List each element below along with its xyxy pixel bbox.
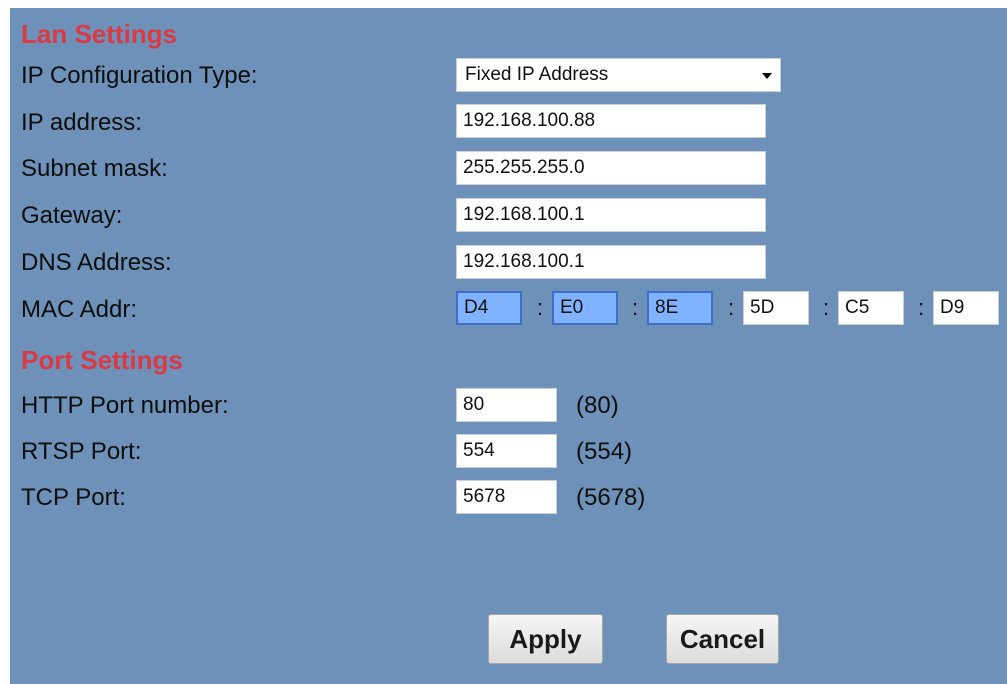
mac-octet-6-input[interactable] (933, 291, 999, 325)
cancel-button[interactable]: Cancel (666, 614, 779, 664)
gateway-label: Gateway: (21, 202, 123, 229)
mac-separator: : (537, 295, 544, 320)
http-port-input[interactable] (456, 388, 557, 422)
mac-separator: : (823, 295, 830, 320)
tcp-port-default: (5678) (576, 484, 646, 511)
rtsp-port-default: (554) (576, 438, 633, 465)
ip-config-type-value: Fixed IP Address (465, 64, 609, 85)
mac-octet-5-input[interactable] (838, 291, 904, 325)
mac-separator: : (728, 295, 735, 320)
apply-button[interactable]: Apply (488, 614, 603, 664)
ip-config-type-label: IP Configuration Type: (21, 62, 258, 89)
http-port-label: HTTP Port number: (21, 392, 229, 419)
mac-separator: : (632, 295, 639, 320)
rtsp-port-label: RTSP Port: (21, 438, 142, 465)
tcp-port-input[interactable] (456, 480, 557, 514)
subnet-mask-input[interactable] (456, 151, 766, 185)
mac-separator: : (918, 295, 925, 320)
mac-octet-1-input[interactable] (456, 291, 522, 325)
ip-config-type-select[interactable]: Fixed IP Address (456, 58, 781, 92)
tcp-port-label: TCP Port: (21, 484, 126, 511)
lan-settings-title: Lan Settings (21, 19, 178, 49)
http-port-default: (80) (576, 392, 619, 419)
ip-address-input[interactable] (456, 104, 766, 138)
mac-addr-label: MAC Addr: (21, 296, 138, 323)
gateway-input[interactable] (456, 198, 766, 232)
settings-panel: Lan Settings IP Configuration Type: Fixe… (10, 8, 1007, 684)
chevron-down-icon (762, 73, 772, 79)
mac-octet-3-input[interactable] (647, 291, 713, 325)
dns-address-input[interactable] (456, 245, 766, 279)
dns-address-label: DNS Address: (21, 249, 172, 276)
mac-octet-2-input[interactable] (552, 291, 618, 325)
port-settings-title: Port Settings (21, 345, 183, 375)
mac-octet-4-input[interactable] (743, 291, 809, 325)
rtsp-port-input[interactable] (456, 434, 557, 468)
ip-address-label: IP address: (21, 109, 142, 136)
subnet-mask-label: Subnet mask: (21, 155, 168, 182)
